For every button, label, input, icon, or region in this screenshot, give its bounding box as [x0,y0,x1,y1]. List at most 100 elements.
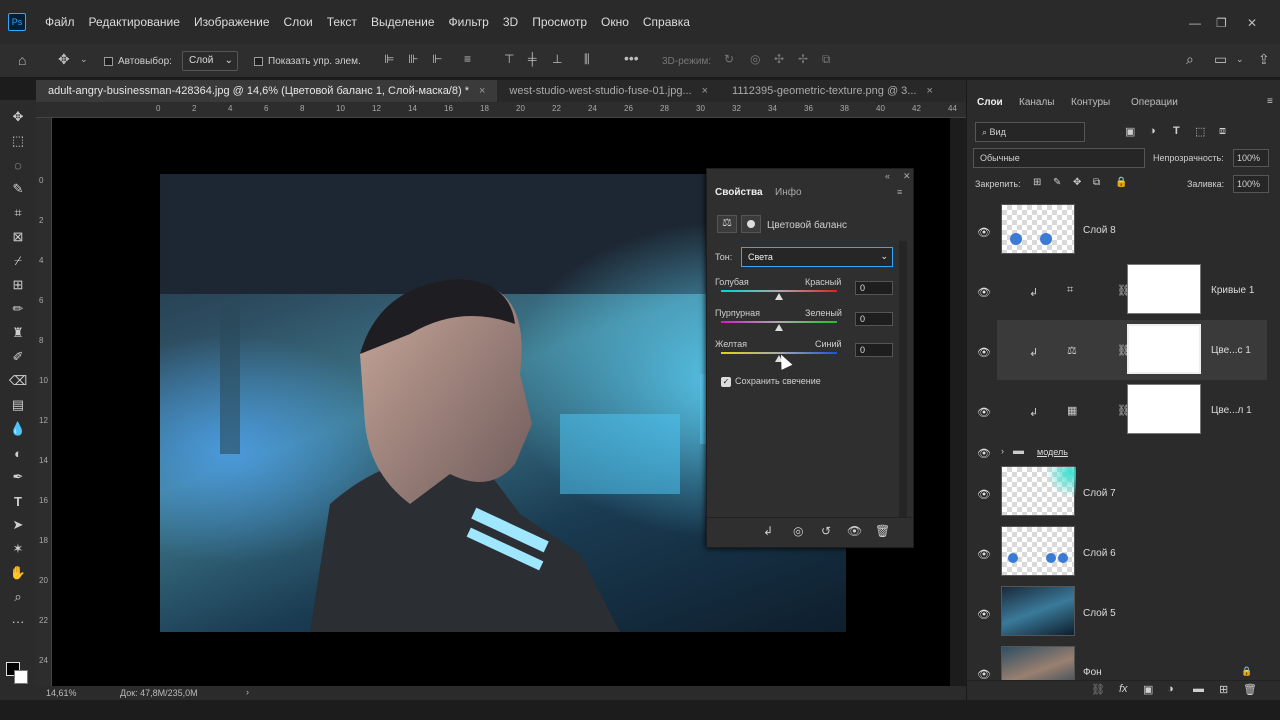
menu-layers[interactable]: Слои [277,15,320,29]
layer-mask-thumbnail[interactable] [1127,384,1201,434]
tab-document-2[interactable]: west-studio-west-studio-fuse-01.jpg... × [497,80,720,102]
more-options-icon[interactable]: ••• [624,50,639,66]
visibility-icon[interactable]: 👁 [977,226,991,239]
layer-mask-thumbnail[interactable] [1127,324,1201,374]
close-icon[interactable]: × [926,85,932,97]
tab-layers[interactable]: Слои [977,97,1003,108]
menu-window[interactable]: Окно [594,15,636,29]
visibility-icon[interactable]: 👁 [977,447,991,460]
menu-select[interactable]: Выделение [364,15,442,29]
balance-scale-icon[interactable]: ⚖ [717,215,737,233]
lock-pixels-icon[interactable]: ✎ [1053,177,1061,188]
cyan-red-value[interactable]: 0 [855,281,893,295]
autoselect-checkbox[interactable] [104,57,113,66]
layer-mask-thumbnail[interactable] [1127,264,1201,314]
menu-filter[interactable]: Фильтр [442,15,496,29]
lock-transparent-icon[interactable]: ⊞ [1033,177,1041,188]
align-left-icon[interactable]: ⊫ [384,52,394,66]
layer-name[interactable]: Слой 7 [1083,488,1116,499]
move-tool-icon[interactable]: ✥ [58,51,70,68]
3d-pan-icon[interactable]: ✣ [774,52,784,66]
tone-dropdown[interactable]: Света ⌄ [741,247,893,267]
visibility-icon[interactable]: 👁 [977,286,991,299]
crop-tool-icon[interactable]: ⌗ [9,204,27,222]
adjustment-layer-icon[interactable]: ◑ [1167,683,1174,695]
reset-icon[interactable]: ↺ [821,524,831,538]
align-top-icon[interactable]: ⊤ [504,52,514,66]
layer-name[interactable]: Цве...л 1 [1211,405,1252,416]
add-mask-icon[interactable]: ▣ [1143,683,1153,696]
magenta-green-thumb[interactable] [775,324,783,331]
pen-tool-icon[interactable]: ✒ [9,468,27,486]
lock-all-icon[interactable]: 🔒 [1115,177,1127,188]
visibility-icon[interactable]: 👁 [977,608,991,621]
close-icon[interactable]: ✕ [1247,16,1257,30]
minimize-icon[interactable]: — [1189,16,1201,30]
new-group-icon[interactable]: ▬ [1193,683,1204,695]
layer-name[interactable]: Слой 6 [1083,548,1116,559]
layer-name[interactable]: Фон [1083,667,1102,678]
layer-thumbnail[interactable] [1001,466,1076,516]
3d-roll-icon[interactable]: ◎ [750,52,760,66]
tab-document-3[interactable]: 1112395-geometric-texture.png @ 3... × [720,80,945,102]
panel-menu-icon[interactable]: ≡ [897,187,902,197]
move-tool-icon[interactable]: ✥ [9,108,27,126]
visibility-icon[interactable]: 👁 [847,524,862,538]
align-middle-icon[interactable]: ╪ [528,52,537,66]
brush-tool-icon[interactable]: ✏ [9,300,27,318]
filter-type-icon[interactable]: T [1173,125,1180,137]
visibility-icon[interactable]: 👁 [977,406,991,419]
align-center-icon[interactable]: ⊪ [408,52,418,66]
close-icon[interactable]: ✕ [903,171,911,182]
properties-scrollbar[interactable] [899,241,907,517]
layer-name[interactable]: Слой 8 [1083,225,1116,236]
collapse-icon[interactable]: « [885,171,890,181]
lock-position-icon[interactable]: ✥ [1073,177,1081,188]
eraser-tool-icon[interactable]: ⌫ [9,372,27,390]
healing-tool-icon[interactable]: ⊞ [9,276,27,294]
trash-icon[interactable]: 🗑 [875,524,890,538]
visibility-icon[interactable]: 👁 [977,346,991,359]
trash-icon[interactable]: 🗑 [1243,683,1257,696]
menu-file[interactable]: Файл [38,15,82,29]
align-bottom-icon[interactable]: ⊥ [552,52,562,66]
gradient-tool-icon[interactable]: ▤ [9,396,27,414]
layer-name[interactable]: Слой 5 [1083,608,1116,619]
stamp-tool-icon[interactable]: ♜ [9,324,27,342]
background-color-swatch[interactable] [14,670,28,684]
filter-smart-icon[interactable]: ⧈ [1219,125,1226,138]
tab-actions[interactable]: Операции [1131,97,1178,108]
show-transform-checkbox[interactable] [254,57,263,66]
3d-orbit-icon[interactable]: ↻ [724,52,734,66]
magenta-green-value[interactable]: 0 [855,312,893,326]
autoselect-dropdown[interactable]: Слой ⌄ [182,51,238,71]
visibility-icon[interactable]: 👁 [977,548,991,561]
panel-menu-icon[interactable]: ≡ [1267,96,1273,107]
filter-shape-icon[interactable]: ⬚ [1195,125,1205,138]
zoom-tool-icon[interactable]: ⌕ [9,588,27,606]
history-brush-icon[interactable]: ✐ [9,348,27,366]
shape-tool-icon[interactable]: ✶ [9,540,27,558]
chevron-right-icon[interactable]: › [1001,446,1004,456]
preserve-luminosity-checkbox[interactable]: ✓ [721,377,731,387]
filter-pixel-icon[interactable]: ▣ [1125,125,1135,138]
search-icon[interactable]: ⌕ [1186,51,1194,68]
home-icon[interactable]: ⌂ [18,52,26,68]
chevron-down-icon[interactable]: ⌄ [1236,54,1244,65]
dodge-tool-icon[interactable]: ◐ [9,444,27,462]
frame-tool-icon[interactable]: ⊠ [9,228,27,246]
tab-info[interactable]: Инфо [775,187,802,198]
status-menu-arrow[interactable]: › [246,687,249,697]
layer-thumbnail[interactable] [1001,526,1075,576]
layer-mask-icon[interactable] [741,215,761,233]
layer-filter-dropdown[interactable]: ⌕ Вид [975,122,1085,142]
menu-view[interactable]: Просмотр [525,15,594,29]
layer-name[interactable]: Кривые 1 [1211,285,1254,296]
opacity-input[interactable]: 100% [1233,149,1269,167]
layer-thumbnail[interactable] [1001,586,1075,636]
eyedropper-tool-icon[interactable]: ⌿ [9,252,27,270]
align-right-icon[interactable]: ⊩ [432,52,442,66]
distribute-icon[interactable]: ≡ [464,52,471,66]
visibility-icon[interactable]: 👁 [977,488,991,501]
type-tool-icon[interactable]: T [9,492,27,510]
